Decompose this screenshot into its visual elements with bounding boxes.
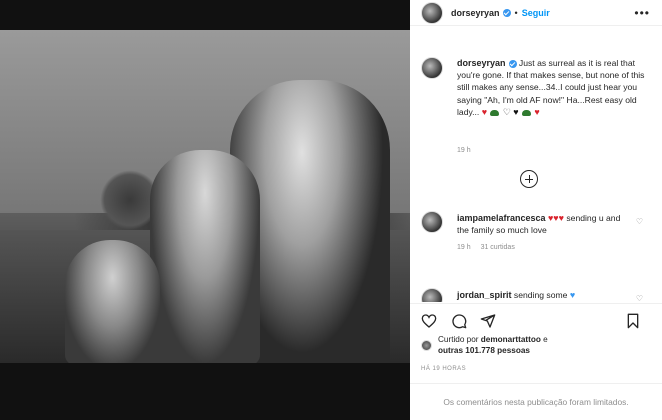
turtle-icon (490, 109, 500, 116)
caption-emojis: ♥ ♡ ♥ ♥ (482, 107, 540, 117)
liked-by-prefix: Curtido por (438, 335, 479, 344)
comment-like-icon[interactable]: ♡ (636, 294, 643, 302)
comment-username[interactable]: iampamelafrancesca (457, 213, 546, 223)
black-heart-icon: ♥ (513, 106, 519, 117)
comment-text-block: iampamelafrancesca ♥♥♥ sending u and the… (457, 212, 627, 255)
comments-limited-note: Os comentários nesta publicação foram li… (410, 383, 662, 420)
author-username[interactable]: dorseyryan (451, 8, 500, 18)
caption-avatar[interactable] (421, 57, 443, 79)
details-panel: dorseyryan • Seguir ••• dorseyryan Just … (410, 0, 662, 420)
author-avatar[interactable] (421, 1, 443, 24)
caption-text-block: dorseyryan Just as surreal as it is real… (457, 57, 645, 118)
post-header: dorseyryan • Seguir ••• (410, 0, 662, 26)
liked-by-connector: e (543, 335, 548, 344)
photo-child (65, 240, 160, 363)
liked-by-text: Curtido por demonarttattoo e outras 101.… (438, 334, 548, 356)
comment-bubble-icon[interactable] (451, 313, 467, 329)
white-heart-icon: ♡ (502, 106, 511, 117)
comment-likes[interactable]: 31 curtidas (481, 244, 515, 251)
save-bookmark-icon[interactable] (625, 313, 641, 329)
like-heart-icon[interactable] (421, 313, 437, 329)
comment-avatar[interactable] (421, 211, 443, 233)
comment-meta: 19 h 31 curtidas (457, 242, 627, 254)
comment-avatar[interactable] (421, 288, 443, 302)
post-timestamp[interactable]: HÁ 19 HORAS (421, 366, 466, 372)
photo-panel (0, 0, 410, 420)
caption-username[interactable]: dorseyryan (457, 58, 506, 68)
load-more-comments-icon[interactable] (520, 170, 538, 188)
follow-button[interactable]: Seguir (522, 8, 550, 18)
verified-badge-icon (502, 8, 511, 17)
comment-like-icon[interactable]: ♡ (636, 217, 643, 226)
comment-username[interactable]: jordan_spirit (457, 290, 512, 300)
comment-time[interactable]: 19 h (457, 244, 471, 251)
blue-heart-icon: ♥ (569, 290, 576, 300)
turtle-icon (522, 109, 532, 116)
red-heart-icon: ♥ (558, 213, 564, 223)
red-heart-icon: ♥ (534, 106, 540, 117)
comment-text: sending some (513, 290, 568, 300)
verified-badge-icon (508, 59, 517, 68)
separator-dot: • (514, 7, 518, 18)
liked-by-user[interactable]: demonarttattoo (481, 335, 541, 344)
comment-item: jordan_spirit sending some ♥ ♡ (421, 288, 651, 302)
share-plane-icon[interactable] (480, 313, 496, 329)
post-photo[interactable] (0, 30, 410, 363)
liked-by: Curtido por demonarttattoo e outras 101.… (421, 334, 548, 356)
photo-woman (150, 150, 260, 363)
post-modal: dorseyryan • Seguir ••• dorseyryan Just … (0, 0, 662, 420)
liker-avatar[interactable] (421, 339, 432, 351)
caption-time[interactable]: 19 h (457, 147, 471, 154)
action-bar (410, 303, 662, 331)
more-options-icon[interactable]: ••• (634, 6, 650, 20)
comment-text-block: jordan_spirit sending some ♥ (457, 289, 627, 301)
liked-by-others[interactable]: outras 101.778 pessoas (438, 346, 530, 355)
red-heart-icon: ♥ (481, 106, 488, 117)
